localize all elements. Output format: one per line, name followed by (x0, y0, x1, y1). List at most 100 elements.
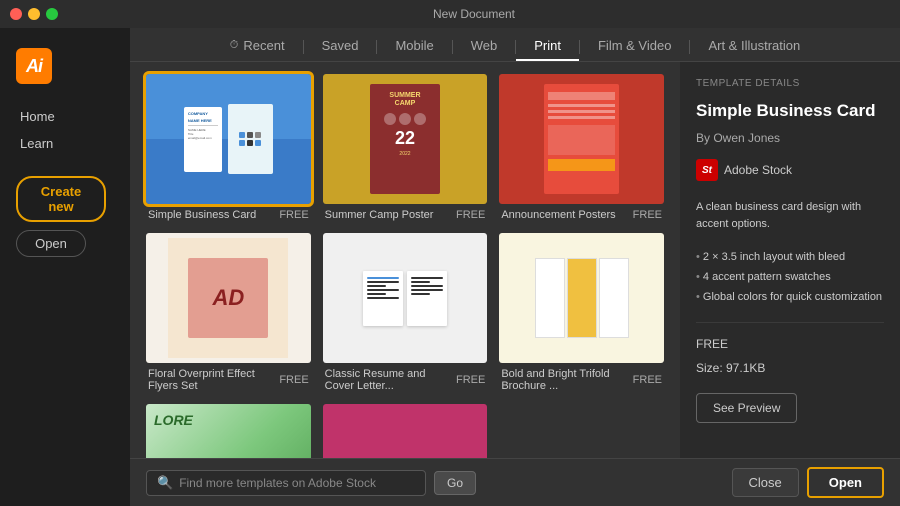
title-bar: New Document (0, 0, 900, 28)
announce-line-1 (548, 104, 615, 107)
tab-recent[interactable]: ⏱ Recent (212, 32, 303, 61)
tab-saved[interactable]: Saved (304, 32, 377, 61)
open-button[interactable]: Open (16, 230, 86, 257)
tree-icon (399, 113, 411, 125)
resume-line-4 (367, 293, 386, 295)
resume-line-5 (367, 297, 399, 299)
floral-text: AD (212, 285, 244, 311)
bullet-1: 2 × 3.5 inch layout with bleed (696, 248, 884, 268)
announce-line-2 (548, 110, 615, 113)
template-name: Simple Business Card (148, 209, 256, 221)
maximize-window-button[interactable] (46, 8, 58, 20)
content-area: COMPANY NAME HERE NAME HERETitleemail@em… (130, 62, 900, 506)
search-box[interactable]: 🔍 Find more templates on Adobe Stock (146, 470, 426, 496)
template-badge-floral: FREE (279, 374, 308, 386)
template-thumb: COMPANY NAME HERE NAME HERETitleemail@em… (146, 74, 311, 204)
resume-line-1 (367, 281, 399, 283)
tab-print[interactable]: Print (516, 32, 579, 61)
details-title: Simple Business Card (696, 101, 884, 121)
sidebar-nav: Home Learn (0, 104, 130, 156)
search-placeholder: Find more templates on Adobe Stock (179, 476, 376, 490)
card-mockup-1: COMPANY NAME HERE NAME HERETitleemail@em… (184, 107, 222, 172)
template-item-business-card[interactable]: COMPANY NAME HERE NAME HERETitleemail@em… (146, 74, 311, 221)
minimize-window-button[interactable] (28, 8, 40, 20)
announce-line-3 (548, 116, 615, 119)
template-badge-trifold: FREE (633, 374, 662, 386)
template-thumb-summer: SUMMERCAMP 22 2022 (323, 74, 488, 204)
sun-icon (384, 113, 396, 125)
summer-number: 22 (395, 129, 415, 147)
tab-mobile[interactable]: Mobile (377, 32, 451, 61)
template-label: Simple Business Card FREE (146, 209, 311, 221)
open-main-button[interactable]: Open (807, 467, 884, 498)
template-label-trifold: Bold and Bright Trifold Brochure ... FRE… (499, 368, 664, 392)
details-divider (696, 322, 884, 323)
trifold-panel-3 (599, 258, 629, 338)
search-icon: 🔍 (157, 475, 173, 491)
trifold-panel-1 (535, 258, 565, 338)
details-price: FREE (696, 337, 884, 351)
template-item-trifold[interactable]: Bold and Bright Trifold Brochure ... FRE… (499, 233, 664, 392)
bottom-actions: Close Open (732, 467, 884, 498)
adobe-stock-label: Adobe Stock (724, 163, 792, 177)
resume-page-2 (407, 271, 447, 326)
see-preview-button[interactable]: See Preview (696, 393, 797, 423)
tab-art[interactable]: Art & Illustration (690, 32, 818, 61)
announce-mockup (544, 84, 619, 194)
sidebar: Ai Home Learn Create new Open (0, 28, 130, 506)
template-name-summer: Summer Camp Poster (325, 209, 434, 221)
card-mockup-2 (228, 104, 273, 174)
summer-poster-mockup: SUMMERCAMP 22 2022 (370, 84, 440, 194)
new-document-dialog: ⏱ Recent Saved Mobile Web Print Film & V… (130, 28, 900, 506)
template-item-summer-camp[interactable]: SUMMERCAMP 22 2022 Summer Camp Poster FR… (323, 74, 488, 221)
resume-line-7 (411, 281, 430, 283)
template-grid: COMPANY NAME HERE NAME HERETitleemail@em… (130, 62, 680, 506)
template-label-summer: Summer Camp Poster FREE (323, 209, 488, 221)
details-size: Size: 97.1KB (696, 361, 884, 375)
template-name-trifold: Bold and Bright Trifold Brochure ... (501, 368, 632, 392)
app-logo: Ai (16, 48, 52, 84)
summer-icons (384, 113, 426, 125)
sidebar-item-learn[interactable]: Learn (12, 131, 118, 156)
sidebar-actions: Create new Open (0, 176, 130, 257)
tab-bar: ⏱ Recent Saved Mobile Web Print Film & V… (130, 28, 900, 62)
template-item-resume[interactable]: Classic Resume and Cover Letter... FREE (323, 233, 488, 392)
close-dialog-button[interactable]: Close (732, 468, 799, 497)
bullet-2: 4 accent pattern swatches (696, 268, 884, 288)
template-item-floral[interactable]: AD Floral Overprint Effect Flyers Set FR… (146, 233, 311, 392)
wave-icon (414, 113, 426, 125)
card-dots (239, 132, 261, 146)
sidebar-item-home[interactable]: Home (12, 104, 118, 129)
close-window-button[interactable] (10, 8, 22, 20)
details-author: By Owen Jones (696, 131, 884, 145)
floral-mockup: AD (168, 238, 288, 358)
template-badge-summer: FREE (456, 209, 485, 221)
tab-film-video[interactable]: Film & Video (580, 32, 689, 61)
adobe-stock-badge: St (696, 159, 718, 181)
bullet-3: Global colors for quick customization (696, 288, 884, 308)
template-details-panel: TEMPLATE DETAILS Simple Business Card By… (680, 62, 900, 506)
resume-line-9 (411, 289, 443, 291)
template-label-floral: Floral Overprint Effect Flyers Set FREE (146, 368, 311, 392)
trifold-panel-2 (567, 258, 597, 338)
create-new-button[interactable]: Create new (16, 176, 106, 222)
resume-line-10 (411, 293, 430, 295)
template-thumb-announcement (499, 74, 664, 204)
template-name-resume: Classic Resume and Cover Letter... (325, 368, 456, 392)
tab-web[interactable]: Web (453, 32, 516, 61)
clock-icon: ⏱ (230, 39, 239, 52)
template-item-announcement[interactable]: Announcement Posters FREE (499, 74, 664, 221)
summer-title: SUMMERCAMP (389, 92, 420, 109)
resume-header (367, 277, 399, 279)
template-label-resume: Classic Resume and Cover Letter... FREE (323, 368, 488, 392)
details-section-label: TEMPLATE DETAILS (696, 78, 884, 89)
template-label-announcement: Announcement Posters FREE (499, 209, 664, 221)
summer-year: 2022 (399, 151, 410, 157)
go-button[interactable]: Go (434, 471, 476, 495)
details-bullets: 2 × 3.5 inch layout with bleed 4 accent … (696, 248, 884, 307)
resume-line-2 (367, 285, 386, 287)
resume-line-6 (411, 277, 443, 279)
template-name-announcement: Announcement Posters (501, 209, 615, 221)
resume-page-1 (363, 271, 403, 326)
template-thumb-floral: AD (146, 233, 311, 363)
